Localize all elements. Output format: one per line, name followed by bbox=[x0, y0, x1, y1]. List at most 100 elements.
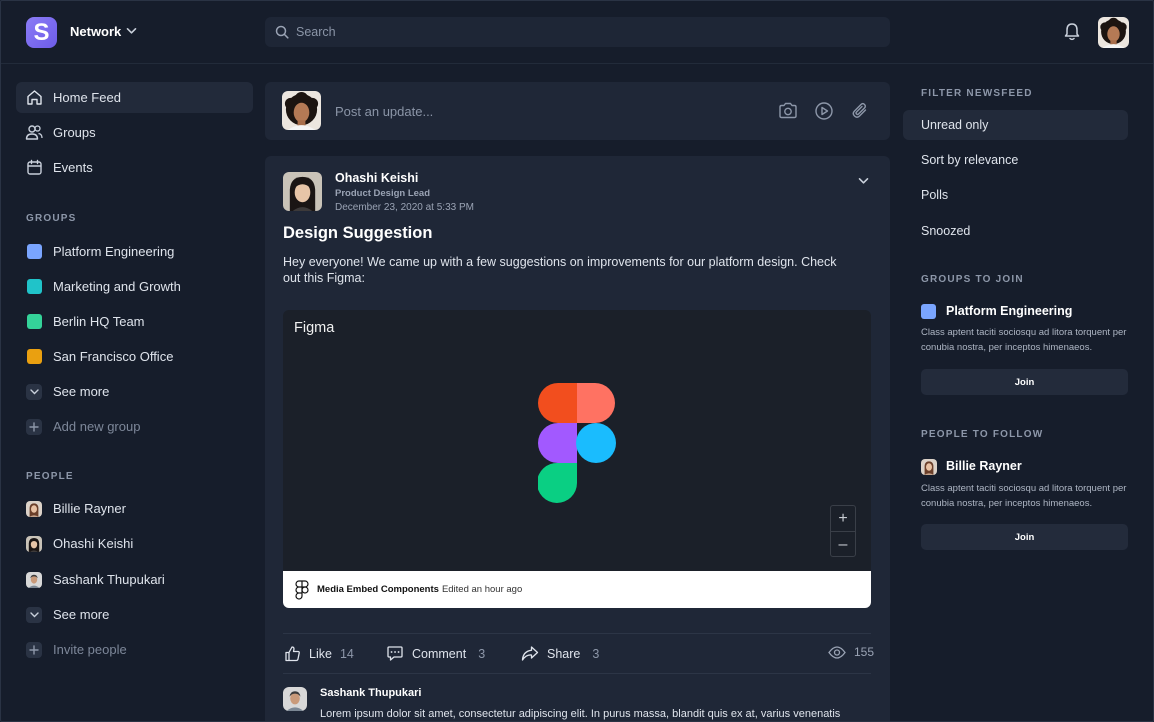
bell-icon[interactable] bbox=[1063, 22, 1081, 41]
sidebar-item-label: Marketing and Growth bbox=[53, 279, 181, 294]
sidebar-group-platform-engineering[interactable]: Platform Engineering bbox=[16, 236, 253, 267]
comment-label: Comment bbox=[412, 646, 467, 661]
avatar bbox=[26, 572, 42, 588]
comment-author-name[interactable]: Sashank Thupukari bbox=[320, 687, 421, 699]
suggested-group-name[interactable]: Platform Engineering bbox=[946, 304, 1072, 318]
sidebar-item-home-feed[interactable]: Home Feed bbox=[16, 82, 253, 113]
add-new-group[interactable]: Add new group bbox=[16, 411, 253, 442]
sidebar-item-label: Berlin HQ Team bbox=[53, 314, 145, 329]
video-play-icon[interactable] bbox=[814, 101, 834, 121]
chevron-down-icon[interactable] bbox=[126, 27, 137, 35]
group-color-swatch bbox=[26, 349, 42, 364]
comment-icon bbox=[387, 646, 403, 661]
workspace-name[interactable]: Network bbox=[70, 24, 121, 39]
figma-file-icon bbox=[295, 579, 309, 600]
sidebar-person-ohashi-keishi[interactable]: Ohashi Keishi bbox=[16, 528, 253, 559]
calendar-icon bbox=[25, 159, 43, 177]
sidebar-group-marketing-and-growth[interactable]: Marketing and Growth bbox=[16, 271, 253, 302]
sidebar-group-san-francisco-office[interactable]: San Francisco Office bbox=[16, 341, 253, 372]
group-color-swatch bbox=[26, 279, 42, 294]
filter-sort-by-relevance[interactable]: Sort by relevance bbox=[903, 145, 1128, 175]
sidebar-item-groups[interactable]: Groups bbox=[16, 117, 253, 148]
groups-see-more[interactable]: See more bbox=[16, 376, 253, 407]
share-button[interactable]: Share 3 bbox=[521, 645, 599, 662]
chevron-down-icon[interactable] bbox=[858, 177, 869, 185]
sidebar-person-sashank-thupukari[interactable]: Sashank Thupukari bbox=[16, 564, 253, 595]
share-label: Share bbox=[547, 646, 581, 661]
sidebar-item-label: Ohashi Keishi bbox=[53, 536, 134, 551]
filter-unread-only[interactable]: Unread only bbox=[903, 110, 1128, 140]
divider bbox=[283, 673, 871, 674]
users-icon bbox=[25, 124, 43, 142]
sidebar-group-berlin-hq-team[interactable]: Berlin HQ Team bbox=[16, 306, 253, 337]
zoom-out-button[interactable]: – bbox=[831, 532, 855, 557]
post-body: Hey everyone! We came up with a few sugg… bbox=[283, 255, 837, 285]
comment-button[interactable]: Comment 3 bbox=[386, 645, 485, 662]
like-button[interactable]: Like 14 bbox=[284, 645, 354, 662]
search-icon bbox=[275, 25, 289, 39]
avatar bbox=[26, 501, 42, 517]
figma-logo-icon bbox=[538, 383, 616, 503]
embed-footer: Media Embed Components Edited an hour ag… bbox=[283, 571, 871, 608]
search-input[interactable] bbox=[296, 17, 856, 47]
groups-to-join-title: GROUPS TO JOIN bbox=[921, 274, 1024, 285]
zoom-controls: + – bbox=[830, 505, 856, 557]
people-section-title: PEOPLE bbox=[26, 471, 74, 482]
people-see-more[interactable]: See more bbox=[16, 599, 253, 630]
post-author-role: Product Design Lead bbox=[335, 188, 431, 199]
suggested-person-description: Class aptent taciti sociosqu ad litora t… bbox=[921, 483, 1127, 509]
chevron-down-icon bbox=[26, 606, 42, 623]
suggested-person-name[interactable]: Billie Rayner bbox=[946, 459, 1022, 473]
post-author-name[interactable]: Ohashi Keishi bbox=[335, 171, 418, 185]
camera-icon[interactable] bbox=[778, 101, 798, 120]
sidebar-item-label: Platform Engineering bbox=[53, 244, 175, 259]
like-count: 14 bbox=[339, 646, 354, 661]
thumbs-up-icon bbox=[285, 646, 300, 662]
sidebar-item-label: Invite people bbox=[53, 642, 127, 657]
sidebar-item-label: Events bbox=[53, 160, 93, 175]
group-color-swatch bbox=[26, 244, 42, 259]
app-logo[interactable]: S bbox=[26, 17, 57, 48]
eye-icon bbox=[828, 645, 846, 659]
filter-snoozed[interactable]: Snoozed bbox=[903, 216, 1128, 246]
views-count: 155 bbox=[854, 645, 875, 659]
follow-person-button[interactable]: Join bbox=[921, 524, 1128, 550]
embed-title: Figma bbox=[294, 320, 335, 336]
divider bbox=[283, 633, 871, 634]
embed-file-name[interactable]: Media Embed Components bbox=[317, 584, 439, 595]
plus-icon bbox=[26, 418, 42, 435]
join-group-button[interactable]: Join bbox=[921, 369, 1128, 395]
top-bar: S Network bbox=[0, 0, 1154, 64]
avatar[interactable] bbox=[283, 172, 322, 211]
sidebar-item-label: See more bbox=[53, 384, 110, 399]
sidebar-item-label: See more bbox=[53, 607, 110, 622]
share-icon bbox=[521, 646, 539, 661]
filter-polls[interactable]: Polls bbox=[903, 180, 1128, 210]
invite-people[interactable]: Invite people bbox=[16, 634, 253, 665]
post-update-input[interactable] bbox=[335, 98, 755, 124]
view-count: 155 bbox=[828, 645, 874, 659]
avatar[interactable] bbox=[283, 687, 307, 711]
post-title: Design Suggestion bbox=[283, 224, 433, 242]
post-timestamp: December 23, 2020 at 5:33 PM bbox=[335, 202, 474, 213]
people-to-follow-title: PEOPLE TO FOLLOW bbox=[921, 429, 1044, 440]
figma-embed[interactable]: Figma + – Media Embed Components Edited … bbox=[283, 310, 871, 608]
paperclip-icon[interactable] bbox=[850, 101, 870, 121]
comment-text: Lorem ipsum dolor sit amet, consectetur … bbox=[320, 708, 841, 720]
chevron-down-icon bbox=[26, 383, 42, 400]
zoom-in-button[interactable]: + bbox=[831, 506, 855, 531]
group-color-swatch bbox=[26, 314, 42, 329]
avatar bbox=[282, 91, 321, 130]
suggested-group-description: Class aptent taciti sociosqu ad litora t… bbox=[921, 327, 1127, 353]
search-bar[interactable] bbox=[265, 17, 890, 47]
plus-icon bbox=[26, 641, 42, 658]
logo-letter: S bbox=[33, 18, 50, 46]
filter-newsfeed-title: FILTER NEWSFEED bbox=[921, 88, 1033, 99]
sidebar-item-label: Home Feed bbox=[53, 90, 121, 105]
post-composer bbox=[265, 82, 890, 140]
sidebar-item-events[interactable]: Events bbox=[16, 152, 253, 183]
user-avatar[interactable] bbox=[1098, 17, 1129, 48]
sidebar-person-billie-rayner[interactable]: Billie Rayner bbox=[16, 493, 253, 524]
sidebar-item-label: San Francisco Office bbox=[53, 349, 174, 364]
sidebar-item-label: Billie Rayner bbox=[53, 501, 126, 516]
